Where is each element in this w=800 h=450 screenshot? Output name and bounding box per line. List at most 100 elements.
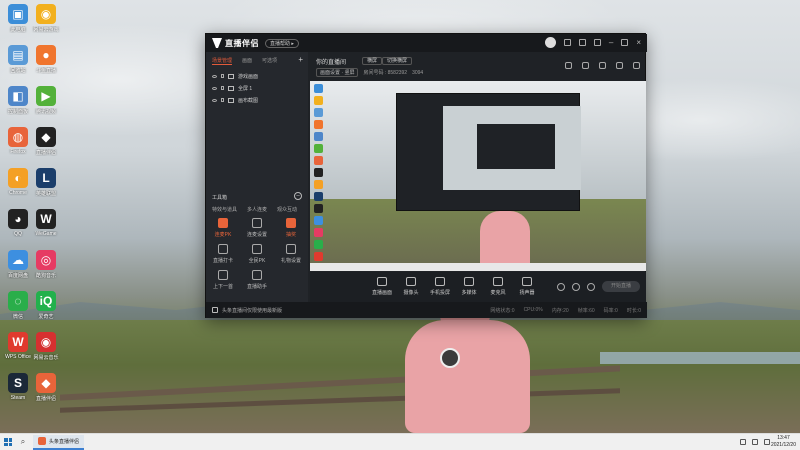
toolbox-item[interactable]: 礼物设置 bbox=[276, 244, 306, 264]
grid-icon[interactable] bbox=[582, 62, 589, 69]
source-button[interactable]: 手机投屏 bbox=[428, 277, 452, 296]
desktop-icon[interactable]: ▶ 腾讯视频 bbox=[28, 86, 64, 115]
layout-icon[interactable] bbox=[565, 62, 572, 69]
app-logo: 直播伴侣 bbox=[212, 38, 259, 49]
network-icon[interactable] bbox=[740, 439, 746, 445]
source-icon bbox=[406, 277, 416, 286]
toolbox-item[interactable]: 连麦PK bbox=[208, 218, 238, 238]
desktop-app-icon: ◉ bbox=[36, 4, 56, 24]
add-scene-icon[interactable]: + bbox=[298, 55, 303, 64]
source-button[interactable]: 麦克风 bbox=[486, 277, 510, 296]
collapse-icon[interactable]: – bbox=[294, 192, 302, 200]
eye-icon[interactable] bbox=[212, 98, 217, 102]
switch-orientation-button[interactable]: 切换横屏 bbox=[382, 57, 413, 65]
orientation-tag[interactable]: 横屏 bbox=[362, 57, 383, 65]
desktop-app-icon: ▤ bbox=[8, 45, 28, 65]
user-avatar[interactable] bbox=[544, 37, 556, 48]
tab-screen[interactable]: 画面 bbox=[242, 57, 252, 65]
toolbox-item[interactable]: 上下一首 bbox=[208, 270, 238, 290]
desktop-icon-label: 网易云游戏 bbox=[33, 27, 59, 33]
desktop-icon[interactable]: ◉ 网易云音乐 bbox=[28, 332, 64, 361]
desktop-app-icon: L bbox=[36, 168, 56, 188]
desktop-icon[interactable]: ◆ 直播伴侣 bbox=[28, 373, 64, 402]
source-toolbar: 直播画面 摄像头 手机投屏 多媒体 麦克风 扬声器 开始直播 bbox=[310, 272, 646, 306]
category-box[interactable]: 画面设置 · 竖屏 bbox=[316, 68, 359, 77]
minimize-icon[interactable]: – bbox=[609, 38, 613, 47]
source-button[interactable]: 直播画面 bbox=[370, 277, 394, 296]
room-meta: 画面设置 · 竖屏 房间号码 : 8582392 3094 bbox=[316, 68, 423, 77]
desktop-icon[interactable]: ◆ 直播伴侣 bbox=[28, 127, 64, 156]
desktop-icon[interactable]: iQ 爱奇艺 bbox=[28, 291, 64, 320]
tab-effects[interactable]: 特效与道具 bbox=[212, 206, 237, 213]
toolbox-item[interactable]: 直播打卡 bbox=[208, 244, 238, 264]
desktop-icon[interactable]: ◎ 酷狗音乐 bbox=[28, 250, 64, 279]
scene-item[interactable]: 游戏画面 bbox=[206, 70, 308, 82]
desktop-app-icon: W bbox=[8, 332, 28, 352]
source-label: 扬声器 bbox=[519, 290, 535, 296]
eye-icon[interactable] bbox=[212, 86, 217, 90]
desktop-icon[interactable]: ● 斗鱼直播 bbox=[28, 45, 64, 74]
search-icon[interactable]: ⌕ bbox=[16, 434, 30, 450]
wallpaper-person-badge bbox=[440, 348, 460, 368]
tab-scenes[interactable]: 场景管理 bbox=[212, 57, 233, 65]
live-controls: 开始直播 bbox=[557, 281, 640, 292]
scene-item[interactable]: 全屏 1 bbox=[206, 82, 308, 94]
tool-icon bbox=[218, 270, 228, 280]
desktop-icon[interactable]: L 英雄联盟 bbox=[28, 168, 64, 197]
scene-item[interactable]: 画布截图 bbox=[206, 94, 308, 106]
taskbar-app-live-companion[interactable]: 头条直播伴侣 bbox=[33, 434, 85, 450]
message-icon[interactable] bbox=[563, 39, 571, 46]
settings-icon[interactable] bbox=[578, 39, 586, 46]
desktop-app-icon: ◆ bbox=[36, 127, 56, 147]
close-icon[interactable]: × bbox=[636, 38, 641, 47]
source-icon bbox=[435, 277, 445, 286]
source-button[interactable]: 扬声器 bbox=[515, 277, 539, 296]
desktop-app-icon: S bbox=[8, 373, 28, 393]
status-stat: CPU:0% bbox=[523, 307, 543, 313]
source-button[interactable]: 多媒体 bbox=[457, 277, 481, 296]
ime-icon[interactable] bbox=[764, 439, 770, 445]
toolbox-item[interactable]: 抽奖 bbox=[276, 218, 306, 238]
maximize-icon[interactable] bbox=[621, 39, 629, 46]
toolbox-item[interactable]: 直播助手 bbox=[242, 270, 272, 290]
windows-logo-icon bbox=[4, 438, 12, 446]
desktop-icon[interactable]: ◉ 网易云游戏 bbox=[28, 4, 64, 33]
desktop-icon-label: 爱奇艺 bbox=[38, 314, 54, 320]
start-button[interactable] bbox=[0, 434, 16, 450]
desktop-icon-label: 直播伴侣 bbox=[35, 150, 56, 156]
menu-icon[interactable] bbox=[593, 39, 601, 46]
volume-icon[interactable] bbox=[752, 439, 758, 445]
toolbox-item[interactable]: 连麦设置 bbox=[242, 218, 272, 238]
lock-icon[interactable] bbox=[221, 74, 224, 78]
lock-icon[interactable] bbox=[221, 98, 224, 102]
window-titlebar[interactable]: 直播伴侣 直播帮助 ▸ – × bbox=[206, 34, 647, 52]
live-companion-window: 直播伴侣 直播帮助 ▸ – × 场景管理 画面 可选项 + 游戏画面 全屏 1 … bbox=[205, 33, 647, 318]
lock-icon[interactable] bbox=[221, 86, 224, 90]
fans-count: 3094 bbox=[412, 69, 424, 76]
windows-taskbar: ⌕ 头条直播伴侣 13:47 2021/12/20 bbox=[0, 433, 800, 450]
record-icon[interactable] bbox=[599, 62, 606, 69]
toolbox-item[interactable]: 全民PK bbox=[242, 244, 272, 264]
share-icon[interactable] bbox=[633, 62, 640, 69]
camera-icon[interactable] bbox=[557, 282, 565, 291]
tab-audience[interactable]: 观众互动 bbox=[277, 206, 297, 213]
source-button[interactable]: 摄像头 bbox=[399, 277, 423, 296]
gear-icon[interactable] bbox=[587, 282, 595, 291]
source-icon bbox=[522, 277, 532, 286]
tab-options[interactable]: 可选项 bbox=[262, 57, 277, 65]
record-circle-icon[interactable] bbox=[572, 282, 580, 291]
help-button[interactable]: 直播帮助 ▸ bbox=[265, 38, 299, 48]
desktop-app-icon: ◌ bbox=[8, 291, 28, 311]
tool-label: 抽奖 bbox=[285, 232, 296, 238]
desktop-icon-label: 网易云音乐 bbox=[33, 355, 59, 361]
tab-multi-mic[interactable]: 多人连麦 bbox=[247, 206, 267, 213]
start-live-button[interactable]: 开始直播 bbox=[602, 281, 640, 292]
system-clock[interactable]: 13:47 2021/12/20 bbox=[771, 435, 796, 449]
tool-label: 连麦设置 bbox=[246, 232, 267, 238]
bell-icon[interactable] bbox=[616, 62, 623, 69]
source-label: 手机投屏 bbox=[429, 290, 450, 296]
eye-icon[interactable] bbox=[212, 74, 217, 78]
desktop-icon[interactable]: W WeGame bbox=[28, 209, 64, 237]
live-preview[interactable] bbox=[310, 81, 646, 271]
source-icon bbox=[493, 277, 503, 286]
